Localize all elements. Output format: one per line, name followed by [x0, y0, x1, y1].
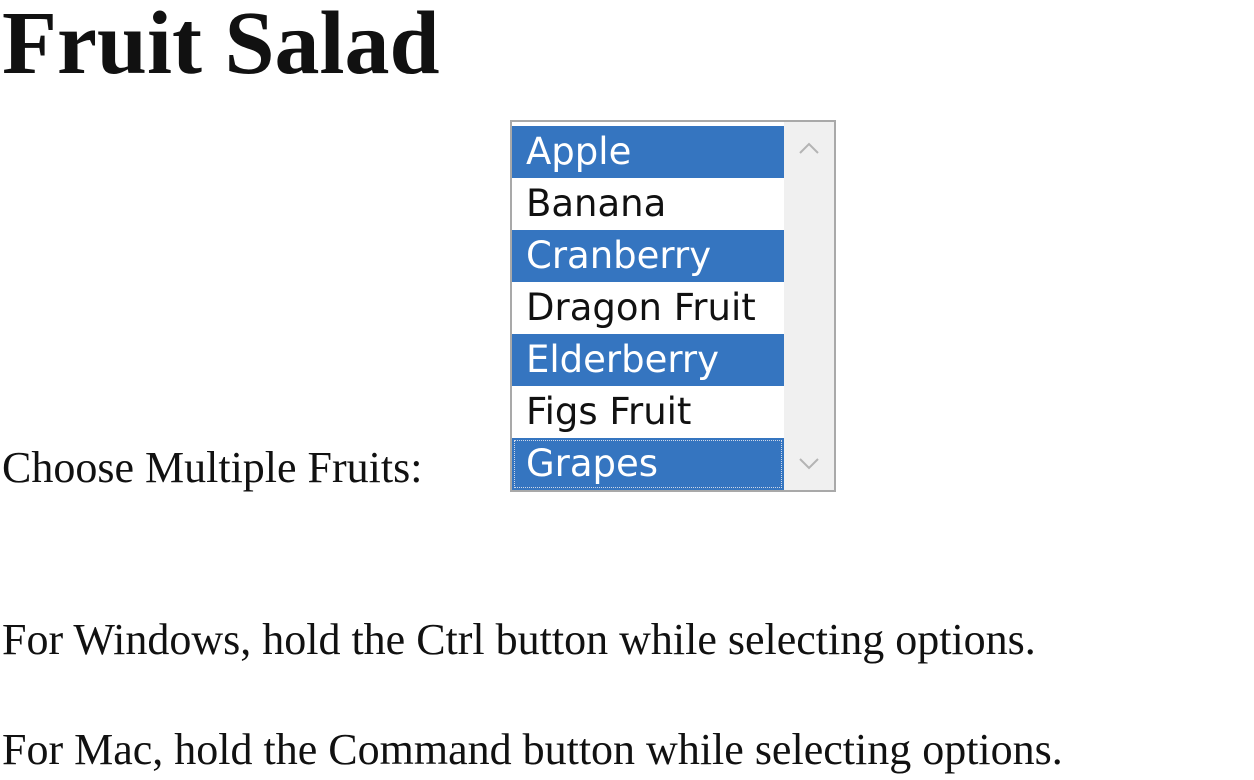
- option-apple[interactable]: Apple: [512, 126, 784, 178]
- chevron-down-icon: [799, 458, 819, 470]
- option-elderberry[interactable]: Elderberry: [512, 334, 784, 386]
- option-grapes[interactable]: Grapes: [512, 438, 784, 490]
- listbox-options: Apple Banana Cranberry Dragon Fruit Elde…: [512, 126, 784, 490]
- option-cranberry[interactable]: Cranberry: [512, 230, 784, 282]
- fruit-multiselect-listbox[interactable]: Apple Banana Cranberry Dragon Fruit Elde…: [510, 120, 836, 492]
- scroll-down-button[interactable]: [784, 442, 834, 486]
- fruit-select-label: Choose Multiple Fruits:: [2, 443, 423, 492]
- listbox-scrollbar[interactable]: [784, 122, 834, 490]
- chevron-up-icon: [799, 142, 819, 154]
- option-figs-fruit[interactable]: Figs Fruit: [512, 386, 784, 438]
- windows-instruction: For Windows, hold the Ctrl button while …: [2, 615, 1036, 664]
- scrollbar-track[interactable]: [784, 170, 834, 442]
- mac-instruction: For Mac, hold the Command button while s…: [2, 725, 1063, 774]
- page-title: Fruit Salad: [2, 0, 440, 93]
- scroll-up-button[interactable]: [784, 126, 834, 170]
- option-banana[interactable]: Banana: [512, 178, 784, 230]
- option-dragon-fruit[interactable]: Dragon Fruit: [512, 282, 784, 334]
